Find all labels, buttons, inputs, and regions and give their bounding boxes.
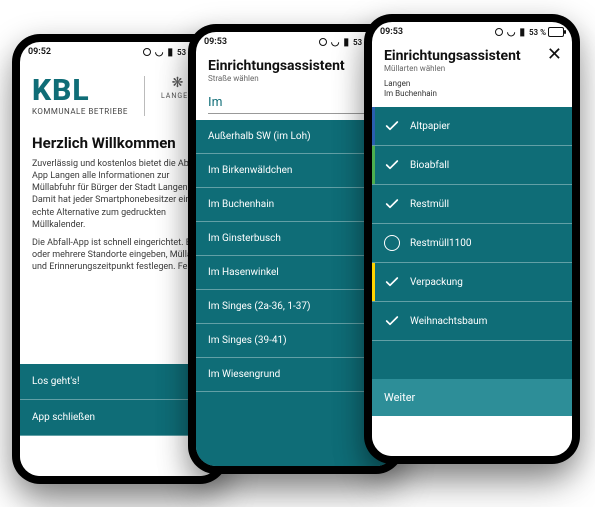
brand-logo: KBL KOMMUNALE BETRIEBE bbox=[32, 76, 128, 116]
category-stripe bbox=[372, 146, 375, 184]
stage: 09:52 ◡ ▮ 53 % KBL KOMMUNALE BETRIEBE bbox=[0, 0, 595, 507]
waste-type-list: Altpapier Bioabfall Restmüll Restmüll1100 Ve… bbox=[372, 107, 572, 379]
brand-logo-subtext: KOMMUNALE BETRIEBE bbox=[32, 108, 128, 116]
waste-type-option[interactable]: Weihnachtsbaum bbox=[372, 302, 572, 341]
check-icon bbox=[384, 313, 400, 329]
waste-type-label: Verpackung bbox=[410, 277, 463, 288]
phone-frame-3: 09:53 ◡ ▮ 53 % Einrichtungsassistent Mül… bbox=[364, 14, 580, 464]
wizard-subtitle: Müllarten wählen bbox=[384, 64, 560, 73]
waste-type-label: Restmüll1100 bbox=[410, 238, 472, 249]
waste-type-option[interactable]: Altpapier bbox=[372, 107, 572, 146]
waste-type-label: Restmüll bbox=[410, 199, 449, 210]
notification-icon bbox=[143, 48, 151, 56]
check-icon bbox=[384, 157, 400, 173]
status-time: 09:52 bbox=[28, 47, 51, 57]
notification-icon bbox=[319, 38, 327, 46]
notification-icon bbox=[495, 28, 503, 36]
context-block: Langen Im Buchenhain bbox=[372, 75, 572, 101]
waste-type-label: Weihnachtsbaum bbox=[410, 316, 487, 327]
street-input[interactable] bbox=[208, 92, 384, 114]
status-time: 09:53 bbox=[380, 27, 403, 37]
status-time: 09:53 bbox=[204, 37, 227, 47]
brand-separator bbox=[144, 76, 145, 116]
waste-type-option[interactable]: Verpackung bbox=[372, 263, 572, 302]
status-bar: 09:53 ◡ ▮ 53 % bbox=[372, 22, 572, 42]
signal-icon: ▮ bbox=[343, 37, 349, 48]
battery-indicator: 53 % bbox=[529, 27, 564, 37]
welcome-paragraph-1: Zuverlässig und kostenlos bietet die Abf… bbox=[32, 158, 208, 231]
brand-logo-text: KBL bbox=[32, 76, 128, 106]
context-street: Im Buchenhain bbox=[384, 89, 560, 98]
waste-type-label: Bioabfall bbox=[410, 160, 449, 171]
battery-icon bbox=[548, 27, 564, 37]
waste-type-option[interactable]: Restmüll bbox=[372, 185, 572, 224]
category-stripe bbox=[372, 263, 375, 301]
category-stripe bbox=[372, 107, 375, 145]
check-icon bbox=[384, 274, 400, 290]
wizard-title: Einrichtungsassistent bbox=[208, 58, 384, 74]
signal-icon: ▮ bbox=[167, 47, 173, 58]
waste-type-option[interactable]: Bioabfall bbox=[372, 146, 572, 185]
welcome-heading: Herzlich Willkommen bbox=[32, 134, 208, 152]
context-city: Langen bbox=[384, 79, 560, 88]
wizard-header: Einrichtungsassistent Müllarten wählen ✕ bbox=[372, 42, 572, 75]
waste-type-option[interactable]: Restmüll1100 bbox=[372, 224, 572, 263]
unchecked-icon bbox=[384, 235, 400, 251]
next-button[interactable]: Weiter bbox=[372, 379, 572, 416]
wifi-icon: ◡ bbox=[507, 27, 516, 38]
wifi-icon: ◡ bbox=[331, 37, 340, 48]
wizard-title: Einrichtungsassistent bbox=[384, 48, 560, 64]
signal-icon: ▮ bbox=[519, 27, 525, 38]
welcome-paragraph-2: Die Abfall-App ist schnell eingerichtet.… bbox=[32, 237, 208, 273]
phone-screen-3: 09:53 ◡ ▮ 53 % Einrichtungsassistent Mül… bbox=[372, 22, 572, 456]
wifi-icon: ◡ bbox=[155, 47, 164, 58]
waste-type-label: Altpapier bbox=[410, 121, 450, 132]
bottom-spacer bbox=[372, 416, 572, 456]
close-icon[interactable]: ✕ bbox=[547, 46, 562, 64]
wizard-subtitle: Straße wählen bbox=[208, 74, 384, 83]
check-icon bbox=[384, 196, 400, 212]
battery-label: 53 % bbox=[529, 28, 546, 37]
status-icons: ◡ ▮ 53 % bbox=[495, 27, 564, 38]
check-icon bbox=[384, 118, 400, 134]
